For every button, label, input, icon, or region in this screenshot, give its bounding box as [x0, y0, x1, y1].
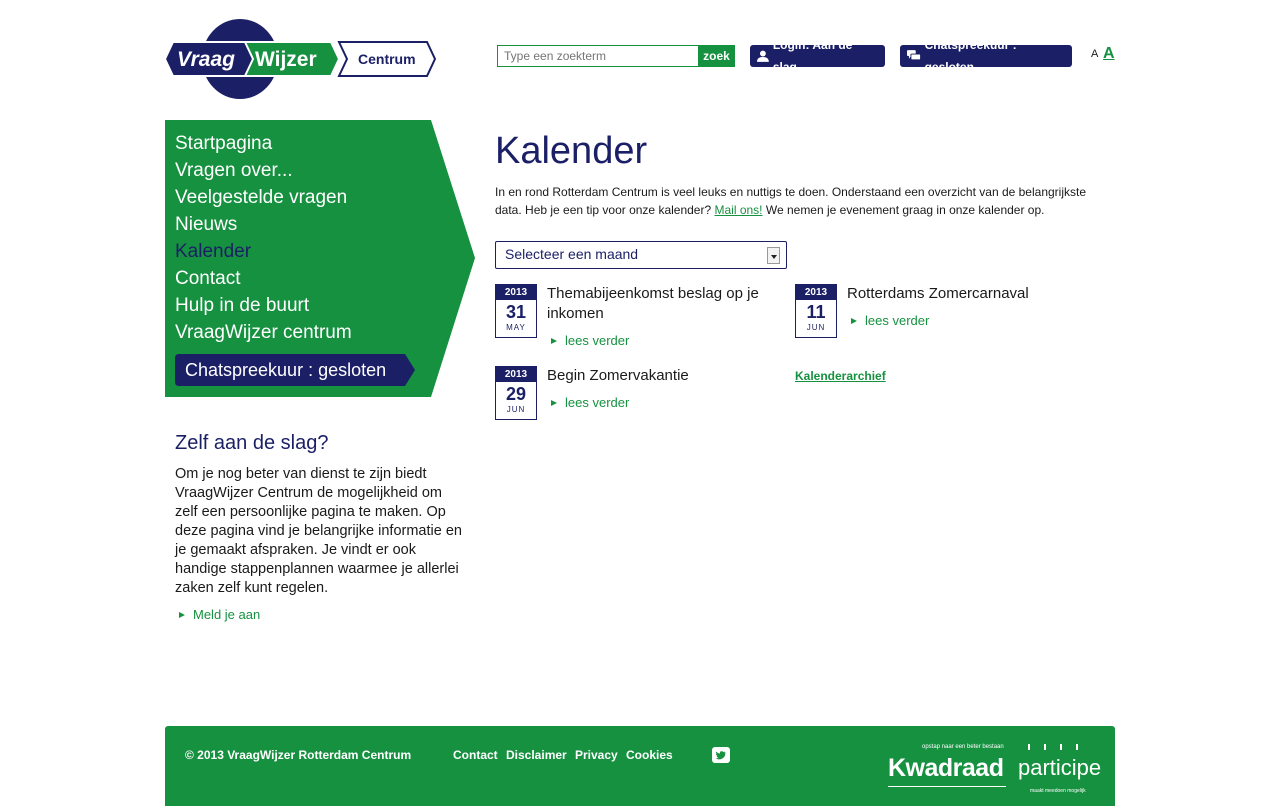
- chat-button[interactable]: Chatspreekuur : gesloten: [900, 38, 1072, 74]
- intro-text: In en rond Rotterdam Centrum is veel leu…: [495, 183, 1095, 219]
- event-month: MAY: [506, 323, 526, 332]
- event-day: 29: [505, 384, 527, 404]
- footer-link-disclaimer[interactable]: Disclaimer: [506, 748, 567, 762]
- nav-item-hulp-in-de-buurt[interactable]: Hulp in de buurt: [175, 295, 309, 317]
- arrow-right-icon: [851, 317, 857, 324]
- footer-link-privacy[interactable]: Privacy: [575, 748, 618, 762]
- event-date: 2013 29 JUN: [495, 366, 537, 420]
- event-year: 2013: [496, 367, 536, 382]
- participe-name: participe: [1018, 755, 1102, 780]
- event-title[interactable]: Rotterdams Zomercarnaval: [847, 284, 1087, 304]
- participe-tagline: maakt meedoen mogelijk: [1030, 788, 1086, 794]
- page-title: Kalender: [495, 130, 648, 172]
- chat-bubbles-icon: [907, 50, 921, 61]
- nav-item-contact[interactable]: Contact: [175, 268, 240, 290]
- event-title[interactable]: Begin Zomervakantie: [547, 366, 777, 386]
- sidebar-title: Zelf aan de slag?: [175, 432, 329, 454]
- search-button[interactable]: zoek: [698, 45, 735, 67]
- footer-link-cookies[interactable]: Cookies: [626, 748, 673, 762]
- event-read-more[interactable]: lees verder: [551, 333, 629, 348]
- event-month: JUN: [806, 323, 826, 332]
- nav-item-startpagina[interactable]: Startpagina: [175, 133, 272, 155]
- nav-item-veelgestelde-vragen[interactable]: Veelgestelde vragen: [175, 187, 347, 209]
- login-button[interactable]: Login: Aan de slag: [750, 38, 885, 74]
- event-date: 2013 31 MAY: [495, 284, 537, 338]
- read-more-label: lees verder: [565, 333, 630, 348]
- login-label: Login: Aan de slag: [772, 38, 853, 74]
- event-read-more[interactable]: lees verder: [851, 313, 929, 328]
- site-logo[interactable]: Vraag Wijzer Centrum: [163, 18, 440, 100]
- nav-item-nieuws[interactable]: Nieuws: [175, 214, 237, 236]
- font-size-large[interactable]: A: [1103, 45, 1115, 63]
- nav-chat-button[interactable]: Chatspreekuur : gesloten: [175, 354, 415, 386]
- user-icon: [757, 50, 769, 62]
- month-select[interactable]: Selecteer een maand: [495, 241, 787, 269]
- arrow-right-icon: [179, 611, 185, 618]
- nav-item-vraagwijzer-centrum[interactable]: VraagWijzer centrum: [175, 322, 352, 344]
- month-select-value: Selecteer een maand: [505, 246, 639, 262]
- dropdown-arrow-icon: [767, 247, 780, 264]
- search-bar: zoek: [497, 45, 735, 67]
- event-day: 31: [505, 302, 527, 322]
- arrow-right-icon: [551, 399, 557, 406]
- kwadraad-name: Kwadraad: [888, 754, 1004, 782]
- mail-link[interactable]: Mail ons!: [714, 203, 762, 217]
- event-date: 2013 11 JUN: [795, 284, 837, 338]
- sidebar-text: Om je nog beter van dienst te zijn biedt…: [175, 466, 462, 596]
- kwadraad-underline: [888, 786, 1006, 787]
- chat-label: Chatspreekuur : gesloten: [924, 38, 1017, 74]
- arrow-right-icon: [551, 337, 557, 344]
- event-title[interactable]: Themabijeenkomst beslag op je inkomen: [547, 284, 777, 324]
- intro-after: We nemen je evenement graag in onze kale…: [762, 203, 1045, 217]
- event-month: JUN: [506, 405, 526, 414]
- signup-link[interactable]: Meld je aan: [179, 607, 260, 622]
- read-more-label: lees verder: [865, 313, 930, 328]
- footer-link-contact[interactable]: Contact: [453, 748, 498, 762]
- search-input[interactable]: [497, 45, 698, 67]
- logo-part2: Wijzer: [255, 48, 317, 71]
- event-day: 11: [806, 302, 826, 322]
- font-size-small[interactable]: A: [1091, 48, 1098, 60]
- read-more-label: lees verder: [565, 395, 630, 410]
- participe-marks-icon: [1028, 744, 1078, 750]
- nav-chat-label: Chatspreekuur : gesloten: [185, 360, 387, 380]
- nav-item-vragen-over[interactable]: Vragen over...: [175, 160, 293, 182]
- footer: © 2013 VraagWijzer Rotterdam Centrum Con…: [165, 726, 1115, 806]
- logo-part1: Vraag: [177, 48, 235, 71]
- nav-item-kalender[interactable]: Kalender: [175, 241, 251, 263]
- calendar-archive-link[interactable]: Kalenderarchief: [795, 369, 886, 383]
- copyright: © 2013 VraagWijzer Rotterdam Centrum: [185, 748, 412, 762]
- twitter-icon[interactable]: [712, 747, 730, 768]
- event-year: 2013: [496, 285, 536, 300]
- kwadraad-tagline: opstap naar een beter bestaan: [922, 744, 1004, 750]
- event-year: 2013: [796, 285, 836, 300]
- logo-part3: Centrum: [358, 51, 416, 67]
- event-read-more[interactable]: lees verder: [551, 395, 629, 410]
- signup-label: Meld je aan: [193, 607, 261, 622]
- main-navigation: Startpagina Vragen over... Veelgestelde …: [165, 120, 475, 397]
